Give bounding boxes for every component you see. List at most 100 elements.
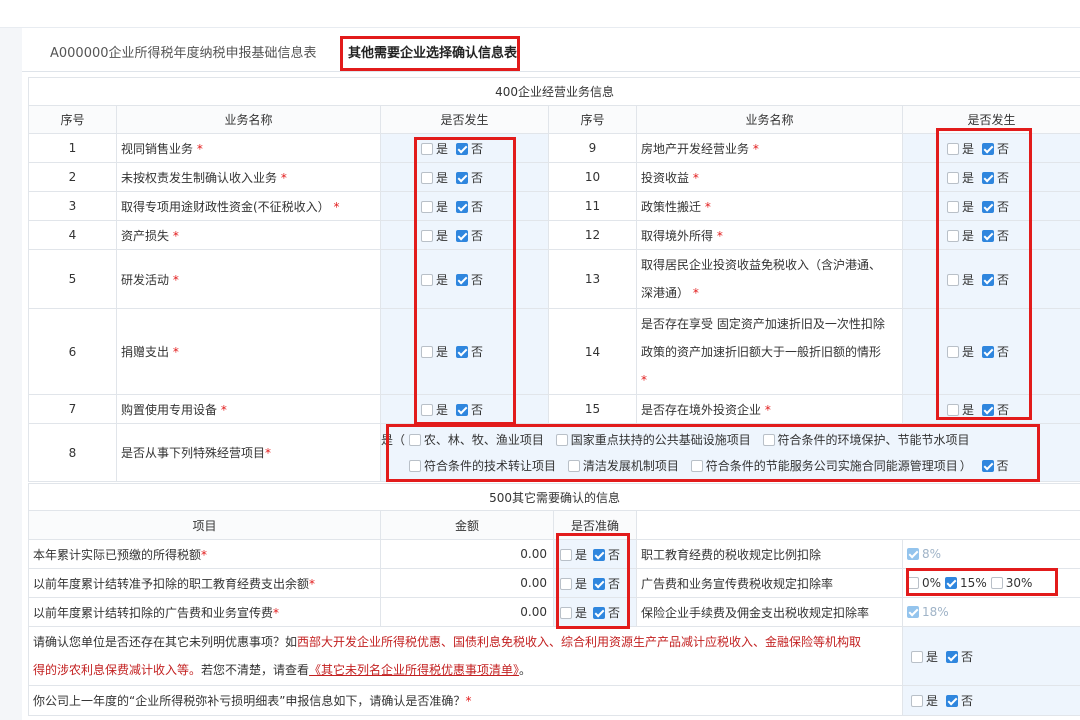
rate-checkbox[interactable] <box>907 548 919 560</box>
row-name: 资产损失 * <box>116 220 381 250</box>
row-seq: 6 <box>28 308 117 395</box>
confirm-question: 请确认您单位是否还存在其它未列明优惠事项？如西部大开发企业所得税优惠、国债利息免… <box>28 626 903 686</box>
row-rate: 8% <box>901 539 1080 569</box>
row-seq: 4 <box>28 220 117 250</box>
rate-checkbox[interactable] <box>907 606 919 618</box>
row-seq: 13 <box>548 249 637 309</box>
table-row: 5 研发活动 * 是否 13 取得居民企业投资收益免税收入（含沪港通、 深港通） … <box>28 249 1080 309</box>
col-occurred-header: 是否发生 <box>380 105 549 134</box>
row-name: 未按权责发生制确认收入业务 * <box>116 162 381 192</box>
row-yes-no: 是否 <box>901 249 1080 309</box>
active-tab-indicator <box>342 68 520 71</box>
yes-checkbox[interactable] <box>560 606 572 619</box>
option-environment-checkbox[interactable] <box>762 433 775 446</box>
yes-checkbox[interactable] <box>421 229 433 242</box>
row-seq: 14 <box>548 308 637 395</box>
no-checkbox[interactable] <box>982 200 995 213</box>
tab-basic-info[interactable]: A000000企业所得税年度纳税申报基础信息表 <box>50 42 317 61</box>
table-row: 以前年度累计结转扣除的广告费和业务宣传费* 0.00 是否 保险企业手续费及佣金… <box>28 597 1080 627</box>
row-seq: 10 <box>548 162 637 192</box>
col-accurate-header: 是否准确 <box>553 510 637 540</box>
section-400-table: 400企业经营业务信息 序号 业务名称 是否发生 序号 业务名称 是否发生 1 … <box>27 77 1080 482</box>
row-yes-no: 是否 <box>901 394 1080 424</box>
no-checkbox[interactable] <box>456 229 469 242</box>
no-checkbox[interactable] <box>982 403 995 416</box>
no-checkbox[interactable] <box>946 695 959 707</box>
row-name: 是否存在享受 固定资产加速折旧及一次性扣除 政策的资产加速折旧额大于一般折旧额的情… <box>636 308 903 395</box>
option-tech-transfer-checkbox[interactable] <box>409 459 421 472</box>
col-name-header: 业务名称 <box>116 105 381 134</box>
col-seq-header-right: 序号 <box>548 105 637 134</box>
no-checkbox[interactable] <box>456 200 469 213</box>
yes-checkbox[interactable] <box>421 403 433 416</box>
row-name: 是否存在境外投资企业 * <box>636 394 903 424</box>
no-checkbox[interactable] <box>982 171 995 184</box>
tab-other-info[interactable]: 其他需要企业选择确认信息表 <box>348 42 517 61</box>
option-infrastructure-checkbox[interactable] <box>555 433 568 446</box>
no-checkbox[interactable] <box>981 459 994 472</box>
yes-checkbox[interactable] <box>947 171 959 184</box>
row-seq: 5 <box>28 249 117 309</box>
yes-checkbox[interactable] <box>947 403 959 416</box>
table-row-special-projects: 8 是否从事下列特殊经营项目* 是（ 农、林、牧、渔业项目 国家重点扶持的公共基… <box>28 423 1080 482</box>
yes-checkbox[interactable] <box>421 273 433 286</box>
row-seq: 12 <box>548 220 637 250</box>
no-checkbox[interactable] <box>456 171 469 184</box>
row-accurate: 是否 <box>553 539 637 569</box>
rate-15-checkbox[interactable] <box>945 577 958 589</box>
row-item: 以前年度累计结转准予扣除的职工教育经费支出余额* <box>28 568 381 598</box>
yes-checkbox[interactable] <box>911 695 923 707</box>
no-checkbox[interactable] <box>982 142 995 155</box>
yes-checkbox[interactable] <box>421 200 433 213</box>
row-seq: 1 <box>28 133 117 163</box>
row-amount: 0.00 <box>380 597 554 627</box>
yes-checkbox[interactable] <box>421 171 433 184</box>
no-checkbox[interactable] <box>982 273 995 286</box>
no-checkbox[interactable] <box>456 346 469 358</box>
no-checkbox[interactable] <box>456 403 469 416</box>
yes-checkbox[interactable] <box>947 229 959 242</box>
preferences-list-link[interactable]: 《其它未列名企业所得税优惠事项清单》 <box>309 663 519 677</box>
row-name: 捐赠支出 * <box>116 308 381 395</box>
row-accurate: 是否 <box>553 597 637 627</box>
yes-checkbox[interactable] <box>947 273 959 286</box>
yes-checkbox[interactable] <box>560 548 572 561</box>
option-energy-service-checkbox[interactable] <box>690 459 703 472</box>
top-bar <box>0 0 1080 28</box>
row-seq: 3 <box>28 191 117 221</box>
row-accurate: 是否 <box>553 568 637 598</box>
row-yes-no: 是否 <box>901 220 1080 250</box>
row-yes-no: 是否 <box>901 162 1080 192</box>
col-occurred-header-right: 是否发生 <box>901 105 1080 134</box>
yes-checkbox[interactable] <box>421 346 433 358</box>
no-checkbox[interactable] <box>456 142 469 155</box>
confirm-yes-no: 是否 <box>901 626 1080 686</box>
yes-checkbox[interactable] <box>560 577 572 590</box>
row-name: 研发活动 * <box>116 249 381 309</box>
row-rate: 18% <box>901 597 1080 627</box>
no-checkbox[interactable] <box>593 577 606 590</box>
no-checkbox[interactable] <box>982 346 995 358</box>
yes-checkbox[interactable] <box>421 142 433 155</box>
no-checkbox[interactable] <box>946 650 959 663</box>
row-name: 取得居民企业投资收益免税收入（含沪港通、 深港通） * <box>636 249 903 309</box>
no-checkbox[interactable] <box>593 606 606 619</box>
yes-checkbox[interactable] <box>947 200 959 213</box>
option-agriculture-checkbox[interactable] <box>408 433 421 446</box>
rate-0-checkbox[interactable] <box>907 577 919 589</box>
row-yes-no: 是否 <box>901 133 1080 163</box>
option-cdm-checkbox[interactable] <box>567 459 580 472</box>
rate-30-checkbox[interactable] <box>990 577 1003 589</box>
no-checkbox[interactable] <box>456 273 469 286</box>
section-500-table: 500其它需要确认的信息 项目 金额 是否准确 本年累计实际已预缴的所得税额* … <box>27 483 1080 716</box>
yes-checkbox[interactable] <box>911 650 923 663</box>
row-name: 购置使用专用设备 * <box>116 394 381 424</box>
row-item: 以前年度累计结转扣除的广告费和业务宣传费* <box>28 597 381 627</box>
row-item: 本年累计实际已预缴的所得税额* <box>28 539 381 569</box>
yes-checkbox[interactable] <box>947 346 959 358</box>
col-amount-header: 金额 <box>380 510 554 540</box>
no-checkbox[interactable] <box>593 548 606 561</box>
yes-checkbox[interactable] <box>947 142 959 155</box>
row-yes-no: 是否 <box>380 394 549 424</box>
no-checkbox[interactable] <box>982 229 995 242</box>
